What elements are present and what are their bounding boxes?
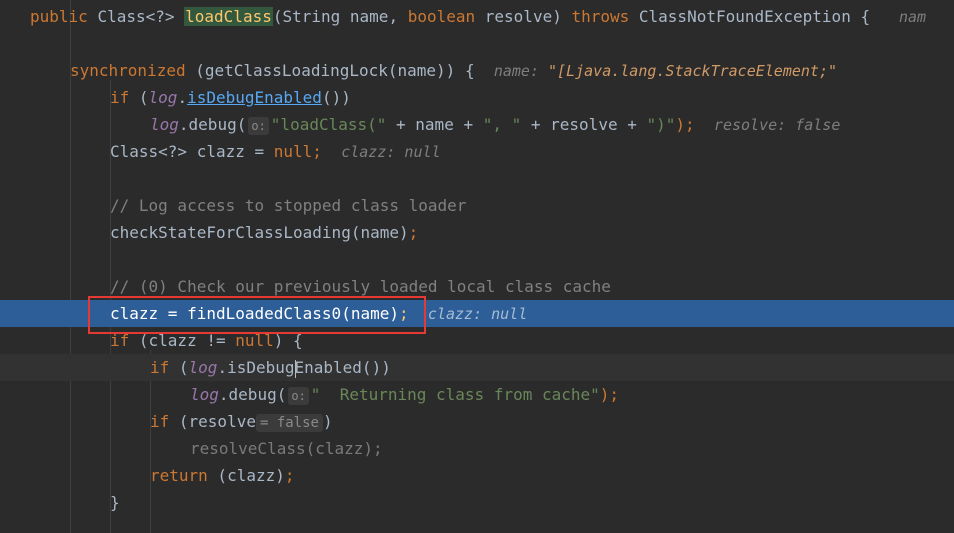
code-text: ( [129,88,149,107]
keyword: if [150,412,170,431]
debug-inline-hint: clazz: null [341,143,441,161]
code-text: checkStateForClassLoading(name) [110,223,409,242]
code-text: (clazz) [207,466,285,485]
code-text: . [177,88,188,107]
code-text: ; [312,142,322,161]
code-text: ; [284,466,295,485]
comment: // Log access to stopped class loader [110,196,467,215]
string-literal: ", " [482,115,522,134]
code-line[interactable]: Class<?> clazz = null; clazz: null [0,138,954,165]
code-text: (resolve [169,412,256,431]
keyword: if [110,88,130,107]
inline-value-badge: = false [255,413,323,432]
keyword: public [30,7,88,26]
code-text: Class<?> clazz = [110,142,274,161]
code-text: ( [169,358,189,377]
code-line[interactable]: public Class<?> loadClass(String name, b… [0,3,954,30]
code-line[interactable]: if (log.isDebugEnabled()) [0,84,954,111]
annotation-highlight-box [88,296,426,334]
params: (String name, [272,7,408,26]
keyword: null [273,142,313,161]
string-literal: "loadClass(" [270,115,387,134]
code-editor[interactable]: public Class<?> loadClass(String name, b… [0,0,954,533]
string-literal: ")" [646,115,676,134]
code-text: .debug( [178,115,247,134]
return-type: Class<?> [97,7,175,26]
keyword: synchronized [70,61,186,80]
debug-hint-value: "[Ljava.lang.StackTraceElement;" [548,62,838,80]
keyword: throws [571,7,630,26]
code-text: + name + [386,115,483,134]
code-line[interactable]: synchronized (getClassLoadingLock(name))… [0,57,954,84]
code-text: .debug( [218,385,287,404]
code-text: ()) [321,88,351,107]
code-text: resolveClass(clazz); [190,439,383,458]
code-line[interactable]: if (resolve = false) [0,408,954,435]
method-link[interactable]: isDebugEnabled [187,88,322,107]
code-text: ; [408,223,419,242]
field-ref: log [148,88,178,107]
string-literal: " Returning class from cache" [310,385,600,404]
exception-type: ClassNotFoundException { [629,7,871,26]
parameter-hint-badge: o: [248,116,269,135]
code-line[interactable]: return (clazz); [0,462,954,489]
code-line[interactable]: } [0,489,954,516]
field-ref: log [190,385,219,404]
keyword: return [150,466,208,485]
debug-inline-hint: resolve: false [713,116,841,134]
params: resolve) [475,7,572,26]
code-line[interactable]: resolveClass(clazz); [0,435,954,462]
code-line[interactable]: // Log access to stopped class loader [0,192,954,219]
debug-hint-label: name: [493,62,549,80]
keyword: boolean [407,7,476,26]
code-text: (getClassLoadingLock(name)) { [185,61,475,80]
debug-inline-hint: clazz: null [427,305,528,323]
code-line[interactable]: log.debug(o: " Returning class from cache… [0,381,954,408]
keyword: if [150,358,170,377]
parameter-hint-badge: o: [288,386,309,405]
code-text: Enabled()) [294,358,391,377]
code-text: ); [599,385,620,404]
code-text: ) [322,412,333,431]
code-line[interactable]: checkStateForClassLoading(name); [0,219,954,246]
code-line[interactable]: log.debug(o: "loadClass(" + name + ", " +… [0,111,954,138]
field-ref: log [188,358,218,377]
code-text: + resolve + [521,115,647,134]
debug-inline-hint: nam [899,8,927,26]
code-text: .isDebug [217,358,295,377]
code-text: ); [675,115,695,134]
caret-line[interactable]: if (log.isDebugEnabled()) [0,354,954,381]
field-ref: log [150,115,179,134]
closing-brace: } [110,493,120,512]
method-name: loadClass [184,7,273,26]
